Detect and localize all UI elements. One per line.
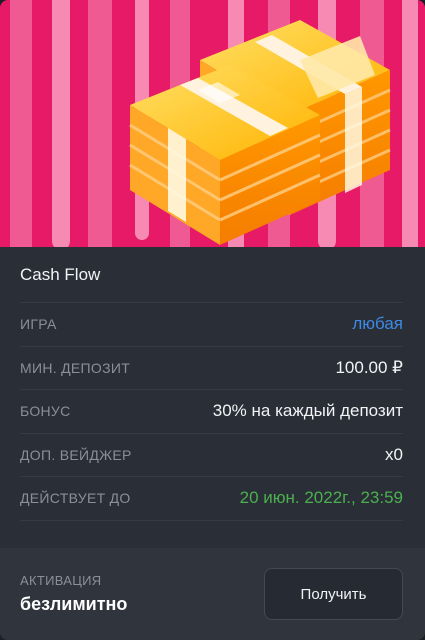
money-stack-icon — [129, 20, 391, 245]
row-wager: ДОП. ВЕЙДЖЕР x0 — [20, 434, 403, 477]
activation-label: АКТИВАЦИЯ — [20, 573, 102, 588]
row-label: ИГРА — [20, 316, 57, 333]
activation-value: безлимитно — [20, 594, 128, 614]
row-bonus: БОНУС 30% на каждый депозит — [20, 390, 403, 434]
game-link[interactable]: любая — [352, 314, 403, 334]
row-label: БОНУС — [20, 403, 71, 420]
activation-info: АКТИВАЦИЯ безлимитно — [20, 573, 127, 615]
row-label: МИН. ДЕПОЗИТ — [20, 359, 131, 376]
row-value: 30% на каждый депозит — [212, 401, 403, 421]
row-valid-until: ДЕЙСТВУЕТ ДО 20 июн. 2022г., 23:59 — [20, 477, 403, 521]
row-game: ИГРА любая — [20, 303, 403, 347]
bonus-card: Cash Flow ИГРА любая МИН. ДЕПОЗИТ 100.00… — [0, 0, 425, 640]
row-value: 100.00 ₽ — [335, 357, 403, 377]
expiry-date: 20 июн. 2022г., 23:59 — [239, 488, 403, 508]
activation-footer: АКТИВАЦИЯ безлимитно Получить — [0, 548, 425, 640]
row-label: ДЕЙСТВУЕТ ДО — [20, 490, 131, 507]
claim-button[interactable]: Получить — [264, 568, 403, 620]
row-label: ДОП. ВЕЙДЖЕР — [20, 446, 132, 463]
bonus-hero-banner — [0, 0, 425, 247]
bonus-title: Cash Flow — [20, 247, 403, 303]
row-value: x0 — [385, 444, 403, 464]
row-min-deposit: МИН. ДЕПОЗИТ 100.00 ₽ — [20, 347, 403, 390]
